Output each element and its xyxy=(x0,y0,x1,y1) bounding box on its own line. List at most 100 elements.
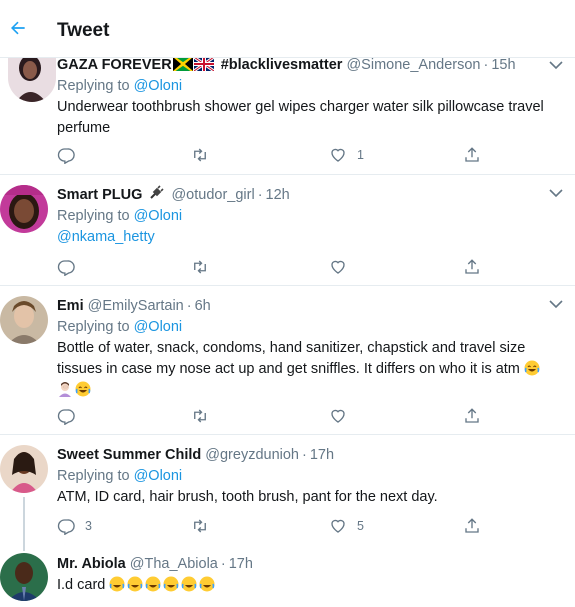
display-name[interactable]: Mr. Abiola xyxy=(57,556,126,572)
handle[interactable]: @greyzdunioh xyxy=(205,447,299,463)
tweet-header: Mr. Abiola @Tha_Abiola · 17h xyxy=(57,556,253,572)
mention-link[interactable]: @Oloni xyxy=(134,319,183,335)
share-icon xyxy=(465,147,479,162)
retweet-button[interactable] xyxy=(191,256,209,278)
replying-to: Replying to @Oloni xyxy=(57,76,182,96)
thread-connector xyxy=(23,541,25,551)
replying-to: Replying to @Oloni xyxy=(57,206,182,226)
retweet-icon xyxy=(194,260,206,274)
page-header: Tweet xyxy=(0,0,575,58)
handle[interactable]: @Tha_Abiola xyxy=(130,556,218,572)
avatar[interactable] xyxy=(0,445,48,493)
timestamp[interactable]: 17h xyxy=(229,556,253,572)
timestamp[interactable]: 12h xyxy=(266,187,290,203)
retweet-icon xyxy=(194,148,206,162)
share-icon xyxy=(465,408,479,423)
reply-tweet[interactable]: Emi @EmilySartain · 6h Replying to @Oloni … xyxy=(0,286,575,435)
reply-button[interactable] xyxy=(57,144,75,166)
share-icon xyxy=(465,518,479,533)
share-icon xyxy=(465,259,479,274)
share-button[interactable] xyxy=(463,144,481,166)
tweet-header: Emi @EmilySartain · 6h xyxy=(57,298,211,314)
reply-button[interactable] xyxy=(57,405,75,427)
tweet-header: GAZA FOREVER #blacklivesmatter @Simone_A… xyxy=(57,55,516,77)
uk-flag-icon xyxy=(192,55,215,77)
handle[interactable]: @Simone_Anderson xyxy=(346,57,480,73)
like-button[interactable] xyxy=(329,256,347,278)
display-name[interactable]: Emi xyxy=(57,298,84,314)
woman-facepalm-emoji-icon xyxy=(57,381,73,397)
like-button[interactable]: 1 xyxy=(329,144,364,166)
share-button[interactable] xyxy=(463,256,481,278)
tweet-text: Bottle of water, snack, condoms, hand sa… xyxy=(57,340,526,377)
avatar[interactable] xyxy=(0,185,48,233)
like-button[interactable] xyxy=(329,405,347,427)
retweet-button[interactable] xyxy=(191,515,209,537)
reply-button[interactable] xyxy=(57,256,75,278)
tweet-actions: 1 xyxy=(57,144,497,166)
back-button[interactable] xyxy=(4,14,32,42)
display-name[interactable]: GAZA FOREVER xyxy=(57,57,172,73)
heart-icon xyxy=(331,148,345,162)
laughing-tears-emoji-icon xyxy=(163,576,179,592)
tweet-text: ATM, ID card, hair brush, tooth brush, p… xyxy=(57,489,438,505)
reply-count: 3 xyxy=(85,519,92,533)
retweet-button[interactable] xyxy=(191,405,209,427)
tweet-body: I.d card xyxy=(57,575,567,596)
retweet-button[interactable] xyxy=(191,144,209,166)
laughing-tears-emoji-icon xyxy=(127,576,143,592)
hashtag[interactable]: #blacklivesmatter xyxy=(221,57,343,73)
reply-icon xyxy=(57,519,75,535)
mention-link[interactable]: @Oloni xyxy=(134,468,183,484)
handle[interactable]: @EmilySartain xyxy=(88,298,184,314)
share-button[interactable] xyxy=(463,515,481,537)
avatar[interactable] xyxy=(0,296,48,344)
display-name[interactable]: Sweet Summer Child xyxy=(57,447,201,463)
mention-link[interactable]: @Oloni xyxy=(134,208,183,224)
chevron-down-icon[interactable] xyxy=(549,188,563,198)
retweet-icon xyxy=(194,519,206,533)
tweet-actions xyxy=(57,405,497,427)
reply-tweet[interactable]: Sweet Summer Child @greyzdunioh · 17h Repl… xyxy=(0,435,575,541)
mention-link[interactable]: @Oloni xyxy=(134,78,183,94)
reply-icon xyxy=(57,260,75,276)
tweet-actions: 3 5 xyxy=(57,515,497,537)
laughing-tears-emoji-icon xyxy=(145,576,161,592)
share-button[interactable] xyxy=(463,405,481,427)
page-title: Tweet xyxy=(57,20,110,41)
tweet-body: Bottle of water, snack, condoms, hand sa… xyxy=(57,338,562,401)
handle[interactable]: @otudor_girl xyxy=(171,187,254,203)
tweet-text[interactable]: @nkama_hetty xyxy=(57,227,567,248)
replying-label: Replying to xyxy=(57,468,130,484)
tweet-header: Sweet Summer Child @greyzdunioh · 17h xyxy=(57,447,335,463)
replying-to: Replying to @Oloni xyxy=(57,317,182,337)
heart-icon xyxy=(331,519,345,533)
reply-tweet[interactable]: Mr. Abiola @Tha_Abiola · 17h I.d card xyxy=(0,541,575,607)
tweet-header: Smart PLUG @otudor_girl · 12h xyxy=(57,185,290,207)
avatar[interactable] xyxy=(0,553,48,601)
timestamp[interactable]: 6h xyxy=(195,298,211,314)
chevron-down-icon[interactable] xyxy=(549,60,563,70)
plug-icon xyxy=(148,185,164,207)
chevron-down-icon[interactable] xyxy=(549,299,563,309)
laughing-tears-emoji-icon xyxy=(181,576,197,592)
laughing-tears-emoji-icon xyxy=(199,576,215,592)
like-button[interactable]: 5 xyxy=(329,515,364,537)
heart-icon xyxy=(331,409,345,423)
display-name[interactable]: Smart PLUG xyxy=(57,187,142,203)
tweet-text: Underwear toothbrush shower gel wipes ch… xyxy=(57,99,544,136)
timestamp[interactable]: 17h xyxy=(310,447,334,463)
reply-tweet[interactable]: GAZA FOREVER #blacklivesmatter @Simone_A… xyxy=(0,54,575,175)
reply-button[interactable]: 3 xyxy=(57,515,92,537)
reply-tweet[interactable]: Smart PLUG @otudor_girl · 12h Replying to … xyxy=(0,175,575,286)
tweet-actions xyxy=(57,256,497,278)
reply-icon xyxy=(57,148,75,164)
laughing-tears-emoji-icon xyxy=(524,360,540,376)
arrow-left-icon xyxy=(11,21,25,35)
replying-label: Replying to xyxy=(57,208,130,224)
avatar[interactable] xyxy=(8,54,56,102)
timestamp[interactable]: 15h xyxy=(491,57,515,73)
reply-icon xyxy=(57,409,75,425)
heart-icon xyxy=(331,260,345,274)
thread-connector xyxy=(23,497,25,541)
